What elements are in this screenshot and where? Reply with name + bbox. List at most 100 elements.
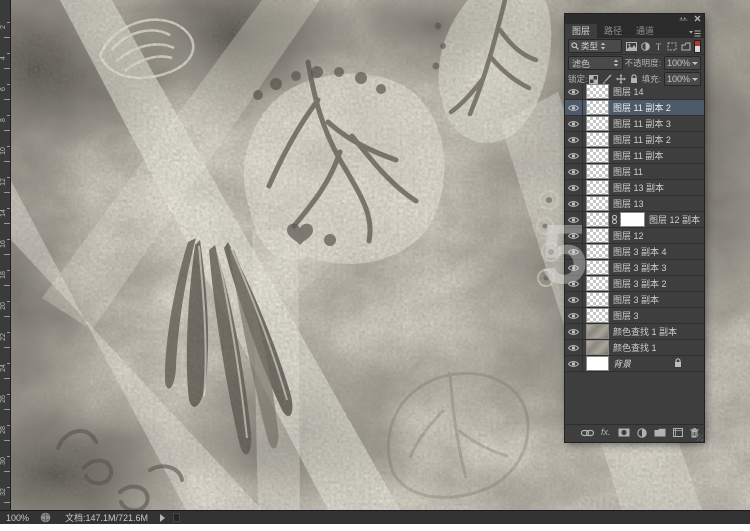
layer-row[interactable]: 图层 3 副本 bbox=[565, 292, 704, 308]
layer-row[interactable]: 图层 11 副本 2 bbox=[565, 132, 704, 148]
layer-styles-icon[interactable]: fx. bbox=[601, 428, 611, 437]
shape-layer-filter-icon[interactable] bbox=[667, 42, 677, 51]
layer-thumbnail[interactable] bbox=[586, 164, 609, 179]
layer-visibility-toggle[interactable] bbox=[565, 340, 583, 355]
add-layer-mask-icon[interactable] bbox=[618, 428, 630, 437]
layer-visibility-toggle[interactable] bbox=[565, 212, 583, 227]
layer-mask-thumbnail[interactable] bbox=[620, 212, 645, 227]
layer-thumbnail[interactable] bbox=[586, 228, 609, 243]
layer-name[interactable]: 背景 bbox=[613, 357, 631, 370]
layer-row[interactable]: 背景 bbox=[565, 356, 704, 372]
layer-visibility-toggle[interactable] bbox=[565, 260, 583, 275]
lock-image-pixels-icon[interactable] bbox=[602, 74, 612, 84]
layer-thumbnail[interactable] bbox=[586, 356, 609, 371]
layer-name[interactable]: 图层 3 副本 4 bbox=[613, 245, 667, 258]
layer-row[interactable]: 图层 13 bbox=[565, 196, 704, 212]
tab-layers[interactable]: 图层 bbox=[565, 24, 598, 38]
layer-row[interactable]: 图层 14 bbox=[565, 84, 704, 100]
layer-name[interactable]: 图层 11 副本 3 bbox=[613, 117, 671, 130]
filtering-toggle[interactable] bbox=[694, 39, 701, 53]
opacity-input[interactable]: 100% bbox=[663, 56, 701, 70]
layer-name[interactable]: 图层 14 bbox=[613, 85, 644, 98]
layer-thumbnail[interactable] bbox=[586, 84, 609, 99]
layer-row[interactable]: 颜色查找 1 bbox=[565, 340, 704, 356]
link-layers-icon[interactable] bbox=[581, 429, 594, 437]
layer-row[interactable]: 图层 3 副本 2 bbox=[565, 276, 704, 292]
new-adjustment-layer-icon[interactable] bbox=[636, 427, 647, 438]
layer-visibility-toggle[interactable] bbox=[565, 84, 583, 99]
layer-row[interactable]: 图层 12 bbox=[565, 228, 704, 244]
layer-row[interactable]: 图层 13 副本 bbox=[565, 180, 704, 196]
layer-name[interactable]: 图层 12 bbox=[613, 229, 644, 242]
panel-titlebar[interactable] bbox=[565, 14, 704, 24]
layer-visibility-toggle[interactable] bbox=[565, 132, 583, 147]
lock-position-icon[interactable] bbox=[616, 74, 627, 84]
layer-visibility-toggle[interactable] bbox=[565, 292, 583, 307]
layer-name[interactable]: 颜色查找 1 副本 bbox=[613, 325, 677, 338]
layer-thumbnail[interactable] bbox=[586, 308, 609, 323]
layer-visibility-toggle[interactable] bbox=[565, 180, 583, 195]
layer-row[interactable]: 图层 11 副本 bbox=[565, 148, 704, 164]
layer-row[interactable]: 图层 12 副本 bbox=[565, 212, 704, 228]
layer-row[interactable]: 图层 3 副本 4 bbox=[565, 244, 704, 260]
layer-row[interactable]: 图层 11 bbox=[565, 164, 704, 180]
panel-resize-grip[interactable] bbox=[696, 434, 703, 441]
tab-channels[interactable]: 通道 bbox=[629, 24, 661, 38]
mask-link-icon[interactable] bbox=[611, 215, 618, 224]
layer-name[interactable]: 颜色查找 1 bbox=[613, 341, 657, 354]
layer-name[interactable]: 图层 3 副本 2 bbox=[613, 277, 667, 290]
collapse-panel-icon[interactable] bbox=[676, 15, 691, 23]
scrollbar-notch[interactable] bbox=[173, 513, 181, 522]
layer-visibility-toggle[interactable] bbox=[565, 116, 583, 131]
status-popup-arrow-icon[interactable] bbox=[160, 513, 166, 522]
layer-thumbnail[interactable] bbox=[586, 324, 609, 339]
layer-thumbnail[interactable] bbox=[586, 340, 609, 355]
layer-name[interactable]: 图层 13 副本 bbox=[613, 181, 664, 194]
lock-transparent-pixels-icon[interactable] bbox=[589, 74, 599, 84]
tab-paths[interactable]: 路径 bbox=[597, 24, 629, 38]
adjustment-layer-filter-icon[interactable] bbox=[641, 41, 650, 51]
blend-mode-dropdown[interactable]: 滤色 bbox=[568, 56, 623, 70]
lock-all-icon[interactable] bbox=[630, 74, 638, 84]
layer-visibility-toggle[interactable] bbox=[565, 228, 583, 243]
zoom-level-field[interactable]: 100% bbox=[6, 513, 32, 523]
document-size-info[interactable]: 文档:147.1M/721.6M bbox=[65, 511, 148, 524]
layer-thumbnail[interactable] bbox=[586, 180, 609, 195]
layer-name[interactable]: 图层 3 副本 3 bbox=[613, 261, 667, 274]
layer-visibility-toggle[interactable] bbox=[565, 276, 583, 291]
layer-thumbnail[interactable] bbox=[586, 212, 609, 227]
layer-row[interactable]: 图层 3 bbox=[565, 308, 704, 324]
new-layer-icon[interactable] bbox=[672, 428, 683, 437]
layer-row[interactable]: 图层 3 副本 3 bbox=[565, 260, 704, 276]
layer-name[interactable]: 图层 3 bbox=[613, 309, 639, 322]
layer-row[interactable]: 图层 11 副本 2 bbox=[565, 100, 704, 116]
new-group-icon[interactable] bbox=[654, 428, 666, 437]
layer-name[interactable]: 图层 13 bbox=[613, 197, 644, 210]
layer-name[interactable]: 图层 11 副本 2 bbox=[613, 101, 671, 114]
layer-row[interactable]: 图层 11 副本 3 bbox=[565, 116, 704, 132]
panel-menu-icon[interactable] bbox=[689, 29, 701, 38]
layer-visibility-toggle[interactable] bbox=[565, 100, 583, 115]
layer-thumbnail[interactable] bbox=[586, 260, 609, 275]
layer-thumbnail[interactable] bbox=[586, 100, 609, 115]
layer-name[interactable]: 图层 12 副本 bbox=[649, 213, 700, 226]
layer-thumbnail[interactable] bbox=[586, 244, 609, 259]
layer-name[interactable]: 图层 11 副本 2 bbox=[613, 133, 671, 146]
type-layer-filter-icon[interactable]: T bbox=[654, 42, 663, 51]
layer-visibility-toggle[interactable] bbox=[565, 148, 583, 163]
layer-name[interactable]: 图层 11 bbox=[613, 165, 643, 178]
layer-visibility-toggle[interactable] bbox=[565, 308, 583, 323]
close-panel-icon[interactable] bbox=[691, 15, 704, 24]
layer-thumbnail[interactable] bbox=[586, 132, 609, 147]
layer-row[interactable]: 颜色查找 1 副本 bbox=[565, 324, 704, 340]
layer-visibility-toggle[interactable] bbox=[565, 164, 583, 179]
vertical-ruler[interactable]: 2 4 6 8 10 12 14 16 18 20 22 24 26 28 30 32 bbox=[0, 0, 11, 510]
layer-visibility-toggle[interactable] bbox=[565, 196, 583, 211]
layer-thumbnail[interactable] bbox=[586, 196, 609, 211]
layer-name[interactable]: 图层 3 副本 bbox=[613, 293, 659, 306]
layer-thumbnail[interactable] bbox=[586, 276, 609, 291]
layer-visibility-toggle[interactable] bbox=[565, 324, 583, 339]
filter-type-dropdown[interactable]: 类型 bbox=[568, 39, 622, 53]
layer-thumbnail[interactable] bbox=[586, 116, 609, 131]
pixel-layer-filter-icon[interactable] bbox=[626, 41, 637, 51]
